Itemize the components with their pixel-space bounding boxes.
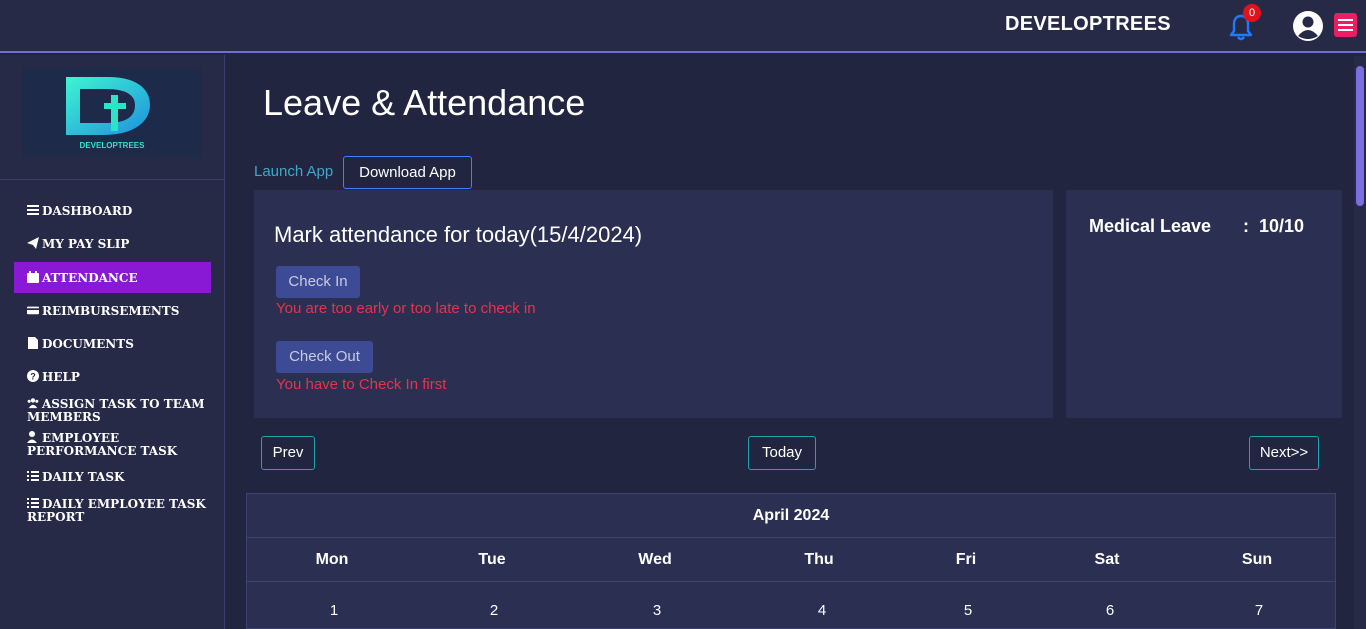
logo-text: DEVELOPTREES <box>80 141 146 150</box>
sidebar-item-label: ATTENDANCE <box>42 271 138 285</box>
sidebar-item-reimbursements[interactable]: REIMBURSEMENTS <box>14 304 211 318</box>
sidebar-item-label: REIMBURSEMENTS <box>42 304 180 318</box>
calendar-day[interactable]: 4 <box>772 602 872 619</box>
weekday-header: Mon <box>315 551 349 568</box>
paper-plane-icon <box>27 237 39 249</box>
sidebar-item-label: DAILY EMPLOYEE TASK REPORT <box>27 497 206 524</box>
weekday-header: Sat <box>1094 551 1120 568</box>
download-app-button[interactable]: Download App <box>343 156 472 189</box>
weekday-header: Fri <box>955 551 977 568</box>
leave-balance-card: Medical Leave : 10/10 <box>1066 190 1342 418</box>
sidebar-divider <box>0 179 224 180</box>
sidebar-item-daily-employee-task-report[interactable]: DAILY EMPLOYEE TASK REPORT <box>14 497 211 524</box>
sidebar-item-label: EMPLOYEE PERFORMANCE TASK <box>27 431 178 458</box>
check-out-button[interactable]: Check Out <box>276 341 373 373</box>
calendar-weekday-row: Mon Tue Wed Thu Fri Sat Sun <box>247 538 1335 582</box>
attendance-title: Mark attendance for today(15/4/2024) <box>274 222 643 247</box>
check-in-button[interactable]: Check In <box>276 266 360 298</box>
users-icon <box>27 398 39 409</box>
leave-balance-value: 10/10 <box>1259 216 1305 236</box>
calendar-month-title: April 2024 <box>247 494 1335 538</box>
question-circle-icon: ? <box>27 370 39 382</box>
launch-app-link[interactable]: Launch App <box>254 163 333 180</box>
hamburger-menu-icon[interactable] <box>1334 13 1357 37</box>
brand-name[interactable]: DEVELOPTREES <box>1005 13 1171 36</box>
sidebar-item-label: DAILY TASK <box>42 470 125 484</box>
notification-badge[interactable]: 0 <box>1243 4 1261 22</box>
sidebar-item-label: DASHBOARD <box>42 204 133 218</box>
scrollbar-thumb[interactable] <box>1356 66 1364 206</box>
calendar-day[interactable]: 7 <box>1209 602 1309 619</box>
logo-graphic: DEVELOPTREES <box>66 77 150 150</box>
attendance-card: Mark attendance for today(15/4/2024) Che… <box>254 190 1053 418</box>
calendar-day[interactable]: 3 <box>607 602 707 619</box>
sidebar-item-attendance[interactable]: ATTENDANCE <box>14 262 211 293</box>
tasks-icon <box>27 498 39 508</box>
sidebar-item-employee-performance[interactable]: EMPLOYEE PERFORMANCE TASK <box>14 431 211 458</box>
weekday-header: Wed <box>638 551 672 568</box>
weekday-header: Thu <box>804 551 834 568</box>
sidebar-item-label: ASSIGN TASK TO TEAM MEMBERS <box>27 397 205 424</box>
svg-text:?: ? <box>30 372 36 382</box>
list-icon <box>27 205 39 215</box>
prev-button[interactable]: Prev <box>261 436 315 470</box>
company-logo[interactable]: DEVELOPTREES <box>22 67 202 157</box>
check-out-error: You have to Check In first <box>276 376 447 393</box>
weekday-header: Sun <box>1241 551 1273 568</box>
calendar-day[interactable]: 5 <box>918 602 1018 619</box>
sidebar-item-help[interactable]: ? HELP <box>14 370 211 384</box>
sidebar-item-label: MY PAY SLIP <box>42 237 130 251</box>
calendar-icon <box>27 271 39 283</box>
tasks-icon <box>27 471 39 481</box>
leave-type-label: Medical Leave <box>1089 216 1212 236</box>
leave-separator: : <box>1243 216 1249 236</box>
sidebar-item-label: DOCUMENTS <box>42 337 134 351</box>
user-edit-icon <box>27 431 37 443</box>
sidebar-item-assign-task[interactable]: ASSIGN TASK TO TEAM MEMBERS <box>14 397 211 424</box>
user-circle-icon[interactable] <box>1292 10 1324 42</box>
calendar-day[interactable]: 2 <box>444 602 544 619</box>
top-navbar: DEVELOPTREES 0 <box>0 0 1366 53</box>
calendar: April 2024 Mon Tue Wed Thu Fri Sat Sun 1… <box>246 493 1336 629</box>
calendar-day[interactable]: 1 <box>284 602 384 619</box>
sidebar-item-documents[interactable]: DOCUMENTS <box>14 337 211 351</box>
sidebar-item-daily-task[interactable]: DAILY TASK <box>14 470 211 484</box>
sidebar-item-my-pay-slip[interactable]: MY PAY SLIP <box>14 237 211 251</box>
sidebar-item-dashboard[interactable]: DASHBOARD <box>14 204 211 218</box>
credit-card-icon <box>27 306 39 315</box>
next-button[interactable]: Next>> <box>1249 436 1319 470</box>
page-title: Leave & Attendance <box>263 82 586 123</box>
file-icon <box>28 337 38 349</box>
today-button[interactable]: Today <box>748 436 816 470</box>
calendar-day[interactable]: 6 <box>1060 602 1160 619</box>
check-in-error: You are too early or too late to check i… <box>276 300 536 317</box>
weekday-header: Tue <box>478 551 506 568</box>
sidebar: DEVELOPTREES DASHBOARD MY PAY SLIP ATTEN… <box>0 55 225 629</box>
sidebar-item-label: HELP <box>42 370 80 384</box>
